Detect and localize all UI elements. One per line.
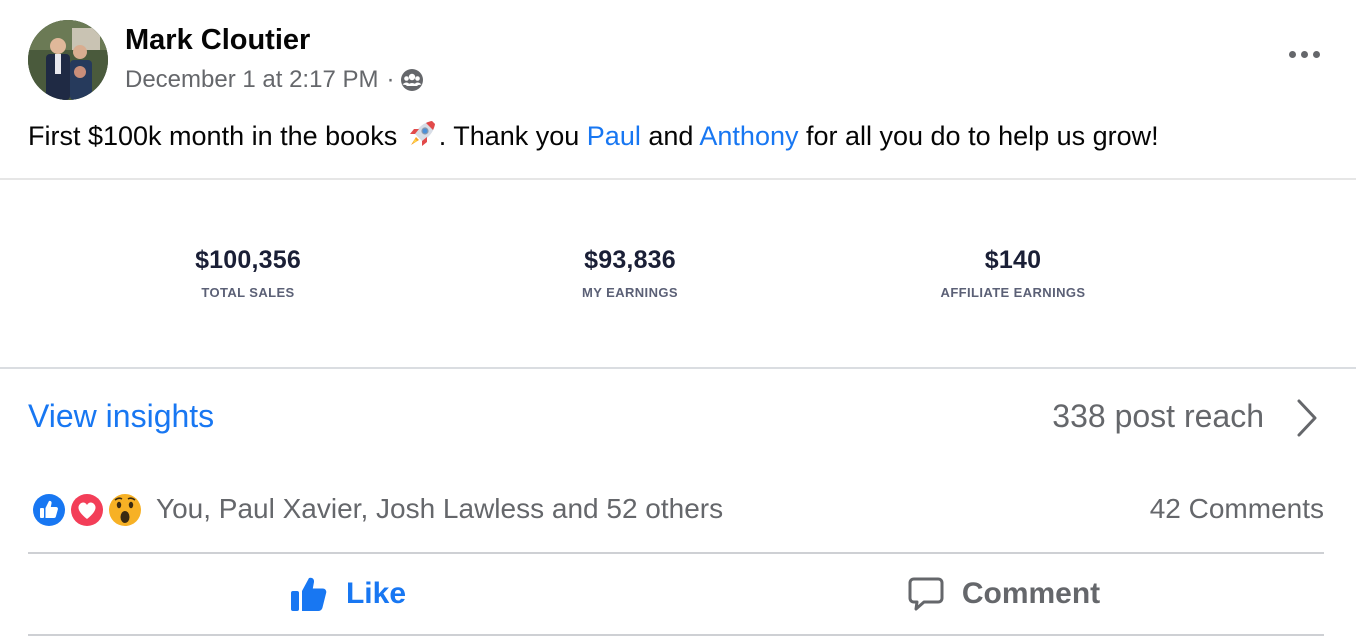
- more-options-icon[interactable]: [1284, 44, 1324, 64]
- post-text-part: . Thank you: [438, 121, 587, 151]
- like-label: Like: [345, 577, 407, 610]
- post-image-stats[interactable]: $100,356 TOTAL SALES $93,836 MY EARNINGS…: [0, 180, 1356, 368]
- author-avatar[interactable]: [28, 20, 108, 100]
- comments-count[interactable]: 42 Comments: [1150, 493, 1324, 525]
- comment-label: Comment: [961, 577, 1101, 610]
- mention-anthony[interactable]: Anthony: [699, 121, 798, 151]
- reaction-icons[interactable]: [30, 491, 144, 529]
- like-reaction-icon: [31, 492, 67, 528]
- actions-top-divider: [28, 552, 1324, 554]
- post-actions: Like Comment: [28, 556, 1324, 632]
- more-dot: [1312, 50, 1320, 58]
- insights-row: View insights 338 post reach: [28, 390, 1320, 446]
- like-button[interactable]: Like: [28, 556, 668, 632]
- stat-label: MY EARNINGS: [582, 285, 678, 300]
- chevron-right-icon[interactable]: [1294, 398, 1320, 438]
- stat-total-sales: $100,356 TOTAL SALES: [118, 246, 378, 300]
- comment-button[interactable]: Comment: [684, 556, 1324, 632]
- post-text: First $100k month in the books . Thank y…: [28, 117, 1336, 155]
- stat-label: TOTAL SALES: [201, 285, 295, 300]
- stat-value: $100,356: [195, 246, 301, 274]
- post-meta: December 1 at 2:17 PM ·: [125, 66, 424, 94]
- rocket-emoji-icon: [409, 121, 435, 146]
- wow-reaction-icon: [107, 492, 143, 528]
- post-text-part: for all you do to help us grow!: [798, 121, 1159, 151]
- post-timestamp[interactable]: December 1 at 2:17 PM: [125, 66, 378, 94]
- reactions-summary-row: You, Paul Xavier, Josh Lawless and 52 ot…: [30, 488, 1324, 532]
- stat-value: $140: [984, 246, 1042, 274]
- post-header: Mark Cloutier December 1 at 2:17 PM ·: [28, 20, 1328, 102]
- reactors-summary[interactable]: You, Paul Xavier, Josh Lawless and 52 ot…: [156, 493, 723, 525]
- stat-value: $93,836: [584, 246, 676, 274]
- meta-separator: ·: [386, 66, 395, 93]
- stat-my-earnings: $93,836 MY EARNINGS: [500, 246, 760, 300]
- post-text-part: and: [640, 121, 700, 151]
- post-reach[interactable]: 338 post reach: [1052, 398, 1264, 435]
- stat-affiliate-earnings: $140 AFFILIATE EARNINGS: [883, 246, 1143, 300]
- image-bottom-border: [0, 367, 1356, 369]
- more-dot: [1288, 50, 1296, 58]
- love-reaction-icon: [69, 492, 105, 528]
- thumbs-up-icon: [290, 577, 327, 611]
- more-dot: [1300, 50, 1308, 58]
- actions-bottom-divider: [28, 634, 1324, 636]
- avatar-photo-icon: [28, 20, 108, 100]
- view-insights-link[interactable]: View insights: [28, 398, 214, 435]
- author-name[interactable]: Mark Cloutier: [125, 24, 310, 57]
- mention-paul[interactable]: Paul: [587, 121, 641, 151]
- group-audience-icon[interactable]: [400, 68, 424, 92]
- comment-bubble-icon: [908, 577, 944, 611]
- post-text-part: First $100k month in the books: [28, 121, 405, 151]
- stat-label: AFFILIATE EARNINGS: [940, 285, 1086, 300]
